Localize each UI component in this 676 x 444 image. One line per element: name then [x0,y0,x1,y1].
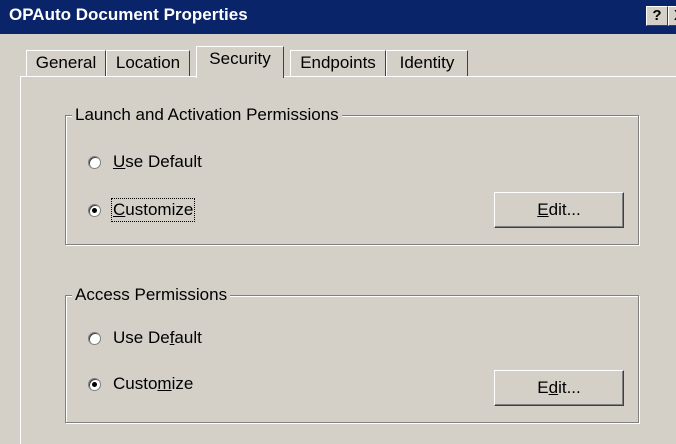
window-title: OPAuto Document Properties [9,5,248,24]
tab-label: Endpoints [300,53,376,72]
tab-general[interactable]: General [26,50,106,76]
tab-label: Identity [399,53,455,72]
radio-checked-icon [88,377,101,391]
button-label: Edit... [537,378,581,397]
access-permissions-group: Access Permissions Use Default Customize… [65,285,639,423]
help-icon: ? [652,7,662,24]
radio-label: Customize [113,374,194,393]
button-label: Edit... [537,200,581,219]
help-button[interactable]: ? [646,6,668,26]
access-edit-button[interactable]: Edit... [494,370,624,406]
title-bar: OPAuto Document Properties ? X [0,0,676,34]
access-customize-radio[interactable]: Customize [88,374,193,394]
radio-unchecked-icon [88,331,101,345]
tab-identity[interactable]: Identity [386,50,468,76]
tab-label: General [35,53,97,72]
launch-activation-group: Launch and Activation Permissions Use De… [65,105,639,245]
tab-location[interactable]: Location [106,50,190,76]
tab-label: Security [209,49,271,68]
tab-security[interactable]: Security [196,46,284,78]
security-tab-panel: Launch and Activation Permissions Use De… [20,76,676,444]
radio-unchecked-icon [88,155,101,169]
access-permissions-title: Access Permissions [72,285,231,305]
close-button[interactable]: X [668,6,676,26]
access-use-default-radio[interactable]: Use Default [88,328,202,348]
launch-use-default-radio[interactable]: Use Default [88,152,202,172]
radio-label: Use Default [113,328,202,347]
radio-label: Customize [110,198,196,222]
radio-label: Use Default [113,152,202,171]
radio-checked-icon [88,203,101,217]
tab-label: Location [115,53,181,72]
tab-endpoints[interactable]: Endpoints [290,50,386,76]
launch-activation-title: Launch and Activation Permissions [72,105,342,125]
launch-edit-button[interactable]: Edit... [494,192,624,228]
launch-customize-radio[interactable]: Customize [88,198,196,222]
